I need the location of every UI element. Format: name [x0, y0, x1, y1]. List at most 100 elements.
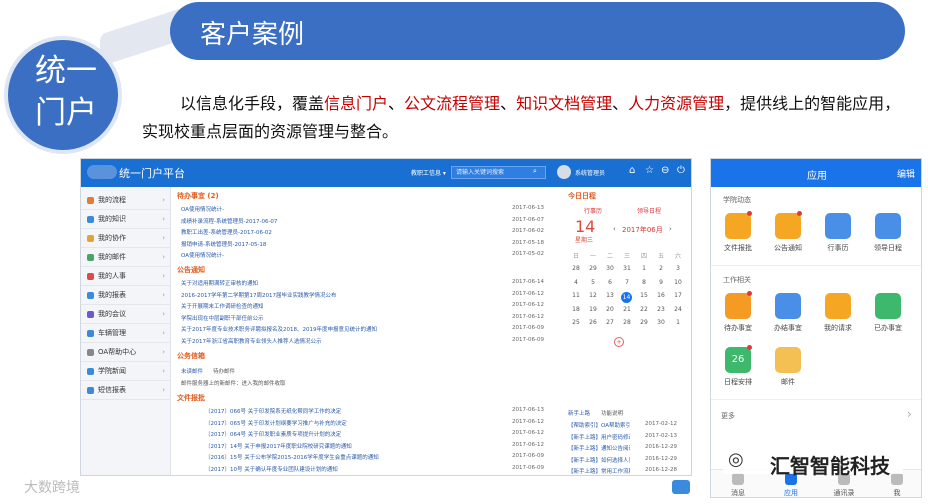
help-tab-b[interactable]: 功能说明 — [601, 409, 623, 417]
sidebar-item[interactable]: OA帮助中心 › — [81, 343, 171, 362]
app-icon[interactable] — [875, 293, 901, 319]
app-icon[interactable] — [775, 347, 801, 373]
search-scope[interactable]: 教职工信息 ▾ — [411, 168, 446, 177]
calendar-day-cell[interactable]: 16 — [652, 292, 670, 299]
app-edit-button[interactable]: 编辑 — [897, 167, 915, 180]
calendar-day-cell[interactable]: 10 — [669, 279, 687, 286]
app-icon[interactable] — [825, 213, 851, 239]
calendar-day-cell[interactable]: 11 — [567, 292, 585, 299]
calendar-day-cell[interactable]: 1 — [669, 319, 687, 326]
list-item-link[interactable]: 〔2017〕066号 关于印发院系无纸化帮同学工作的决定 — [205, 407, 497, 415]
search-input[interactable]: 请输入关键词搜索 — [451, 166, 546, 179]
calendar-day-cell[interactable]: 12 — [584, 292, 602, 299]
calendar-day-cell[interactable]: 19 — [584, 306, 602, 313]
app-icon[interactable] — [775, 213, 801, 239]
calendar-prev-icon[interactable]: ‹ — [613, 225, 616, 233]
app-icon[interactable] — [725, 293, 751, 319]
calendar-day-cell[interactable]: 9 — [652, 279, 670, 286]
list-item-link[interactable]: 【新手上路】用户密码修改 — [568, 433, 630, 441]
mail-tab-unread[interactable]: 未读邮件 — [181, 367, 203, 375]
calendar-day-cell[interactable]: 8 — [635, 279, 653, 286]
sidebar-item[interactable]: 我的人事 › — [81, 267, 171, 286]
sidebar-item[interactable]: 我的流程 › — [81, 191, 171, 210]
calendar-day-cell[interactable]: 28 — [618, 319, 636, 326]
home-icon[interactable]: ⌂ — [629, 165, 635, 176]
list-item-link[interactable]: 教职工出差-系统管理员-2017-06-02 — [181, 228, 497, 236]
list-item-link[interactable]: 〔2017〕064号 关于印发职业素质专项提升计划的决定 — [205, 430, 497, 438]
calendar-day-cell[interactable]: 29 — [584, 265, 602, 272]
calendar-day-cell[interactable]: 4 — [567, 279, 585, 286]
list-item-link[interactable]: 成绩补录流程-系统管理员-2017-06-07 — [181, 217, 497, 225]
list-item-link[interactable]: 【新手上路】如何选择人员 — [568, 456, 630, 464]
calendar-day-cell[interactable]: 3 — [669, 265, 687, 272]
tab-icon[interactable] — [732, 473, 744, 485]
list-item-link[interactable]: 【新手上路】通知公告阅读和查看 — [568, 444, 630, 452]
calendar-day-cell[interactable]: 26 — [584, 319, 602, 326]
calendar-day-cell[interactable]: 24 — [669, 306, 687, 313]
tab-label[interactable]: 通讯录 — [829, 488, 859, 497]
list-item-link[interactable]: OA使用情况统计- — [181, 251, 497, 259]
mail-line[interactable]: 邮件服务器上的新邮件：进入我的邮件收取 — [181, 379, 286, 387]
calendar-day-cell[interactable]: 18 — [567, 306, 585, 313]
help-tab-a[interactable]: 新手上路 — [568, 409, 590, 417]
sidebar-item[interactable]: 短信报表 › — [81, 381, 171, 400]
list-item-link[interactable]: OA使用情况统计- — [181, 205, 497, 213]
app-icon[interactable]: 26 — [725, 347, 751, 373]
calendar-day-cell[interactable]: 30 — [652, 319, 670, 326]
calendar-today[interactable]: 14 — [621, 292, 632, 303]
list-item-link[interactable]: 关于2017年浙江省高职教育专业领头人推荐人选情况公示 — [181, 337, 497, 345]
calendar-day-cell[interactable]: 7 — [618, 279, 636, 286]
calendar-day-cell[interactable]: 25 — [567, 319, 585, 326]
tab-label[interactable]: 消息 — [723, 488, 753, 497]
list-item-link[interactable]: 〔2017〕14号 关于申报2017年度职业院校研究课题的通知 — [205, 442, 497, 450]
list-item-link[interactable]: 关于2017年度专业技术职务评聘拟报名及2018、2019年度申报意见统计的通知 — [181, 325, 497, 333]
sidebar-item[interactable]: 我的会议 › — [81, 305, 171, 324]
calendar-day-cell[interactable]: 27 — [601, 319, 619, 326]
mail-tab-todo[interactable]: 待办邮件 — [213, 367, 235, 375]
calendar-day-cell[interactable]: 20 — [601, 306, 619, 313]
app-icon[interactable] — [775, 293, 801, 319]
sidebar-item[interactable]: 学院新闻 › — [81, 362, 171, 381]
avatar[interactable] — [557, 165, 571, 179]
calendar-day-cell[interactable]: 6 — [601, 279, 619, 286]
list-item-link[interactable]: 关于对适用期满转正审核的通知 — [181, 279, 497, 287]
chat-icon[interactable] — [672, 480, 690, 494]
list-item-link[interactable]: 〔2017〕065号 关于印发计划纲要学习推广与补充的决定 — [205, 419, 497, 427]
calendar-add-icon[interactable]: + — [614, 337, 624, 347]
list-item-link[interactable]: 【帮助索引】OA帮助索引 — [568, 421, 630, 429]
settings-icon[interactable]: ⊖ — [661, 165, 669, 176]
calendar-day-cell[interactable]: 31 — [618, 265, 636, 272]
calendar-tab-a[interactable]: 行事历 — [584, 206, 602, 215]
sidebar-item[interactable]: 我的报表 › — [81, 286, 171, 305]
calendar-day-cell[interactable]: 13 — [601, 292, 619, 299]
sidebar-item[interactable]: 我的知识 › — [81, 210, 171, 229]
app-icon[interactable] — [725, 213, 751, 239]
calendar-day-cell[interactable]: 21 — [618, 306, 636, 313]
chevron-right-icon[interactable]: › — [907, 407, 912, 421]
calendar-day-cell[interactable]: 23 — [652, 306, 670, 313]
calendar-next-icon[interactable]: › — [669, 225, 672, 233]
calendar-day-cell[interactable]: 28 — [567, 265, 585, 272]
search-icon[interactable]: ⌕ — [533, 167, 537, 176]
list-item-link[interactable]: 关于开展期末工作调研检查的通知 — [181, 302, 497, 310]
tab-label[interactable]: 应用 — [776, 488, 806, 497]
sidebar-item[interactable]: 我的邮件 › — [81, 248, 171, 267]
tab-icon[interactable] — [891, 473, 903, 485]
calendar-day-cell[interactable]: 29 — [635, 319, 653, 326]
more-link[interactable]: 更多 — [721, 411, 735, 421]
star-icon[interactable]: ☆ — [645, 165, 654, 176]
calendar-tab-b[interactable]: 领导日程 — [637, 206, 661, 215]
app-icon[interactable] — [825, 293, 851, 319]
calendar-day-cell[interactable]: 2 — [652, 265, 670, 272]
list-item-link[interactable]: 报销申请-系统管理员-2017-05-18 — [181, 240, 497, 248]
calendar-day-cell[interactable]: 15 — [635, 292, 653, 299]
calendar-day-cell[interactable]: 22 — [635, 306, 653, 313]
list-item-link[interactable]: 〔2017〕10号 关于确认年度专业团队建设计划的通知 — [205, 465, 497, 473]
list-item-link[interactable]: 〔2016〕15号 关于公布学院2015-2016学年度学生会重点课题的通知 — [205, 453, 497, 461]
list-item-link[interactable]: 【新手上路】常用工作流程 — [568, 467, 630, 475]
list-item-link[interactable]: 2016-2017学年第二学期第17周2017届毕业实践教学情况公布 — [181, 291, 497, 299]
sidebar-item[interactable]: 车辆管理 › — [81, 324, 171, 343]
calendar-day-cell[interactable]: 17 — [669, 292, 687, 299]
tab-label[interactable]: 我 — [882, 488, 912, 497]
calendar-day-cell[interactable]: 30 — [601, 265, 619, 272]
